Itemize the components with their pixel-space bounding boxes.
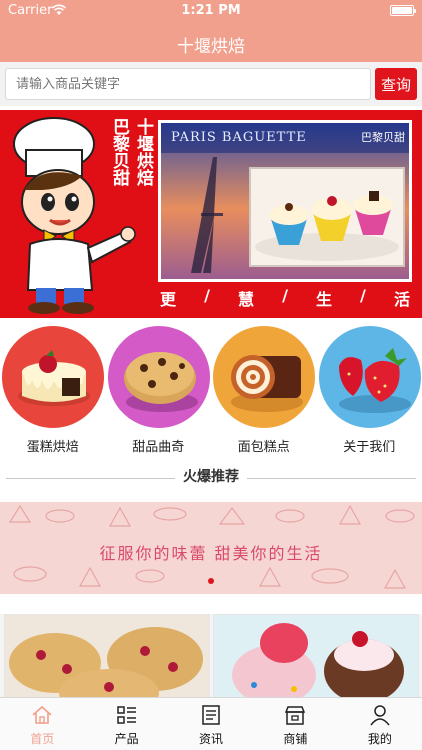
tab-home[interactable]: 首页 [0, 698, 84, 750]
slogan-separator: / [204, 286, 210, 305]
category-label: 甜品曲奇 [132, 440, 185, 455]
app-header: Carrier 1:21 PM 十堰烘焙 [0, 0, 422, 62]
banner-vertical-text-1: 巴黎贝甜 [109, 118, 129, 186]
tab-bar: 首页 产品 资讯 商铺 我的 [0, 697, 422, 750]
category-label: 面包糕点 [237, 440, 290, 455]
cookie-icon [107, 326, 210, 428]
search-input[interactable] [5, 68, 371, 100]
slogan-char: 慧 [237, 290, 254, 309]
banner-slogan: 更 / 慧 / 生 / 活 [160, 286, 410, 310]
status-bar: Carrier 1:21 PM [0, 0, 422, 22]
category-label: 蛋糕烘焙 [26, 440, 79, 455]
tab-label: 首页 [30, 732, 55, 746]
home-icon [32, 705, 52, 724]
user-icon [370, 705, 390, 726]
product-card[interactable] [213, 614, 419, 698]
search-button[interactable]: 查询 [375, 68, 417, 100]
status-time: 1:21 PM [181, 3, 241, 18]
tab-news[interactable]: 资讯 [169, 698, 253, 750]
cake-icon [2, 326, 104, 428]
tab-shop[interactable]: 商铺 [253, 698, 337, 750]
category-bread[interactable]: 面包糕点 [211, 326, 317, 456]
slogan-char: 活 [393, 290, 410, 309]
promo-banner[interactable]: 征服你的味蕾 甜美你的生活 [0, 502, 422, 594]
product-grid [0, 614, 422, 698]
product-card[interactable] [4, 614, 210, 698]
slogan-char: 生 [315, 290, 332, 309]
search-bar: 查询 [0, 62, 422, 106]
battery-icon [390, 5, 416, 16]
category-row: 蛋糕烘焙 甜品曲奇 面包糕点 关于我们 [0, 326, 422, 456]
slogan-separator: / [360, 286, 366, 305]
banner-vertical-text-2: 十堰烘焙 [133, 118, 153, 186]
promo-text: 征服你的味蕾 甜美你的生活 [99, 544, 323, 563]
section-title-text: 火爆推荐 [175, 469, 247, 485]
news-icon [202, 705, 220, 725]
hero-banner[interactable]: 巴黎贝甜 十堰烘焙 PARIS BAGUETTE 巴黎贝甜 更 / 慧 / 生 … [0, 110, 422, 318]
tab-label: 商铺 [283, 732, 308, 746]
category-cake[interactable]: 蛋糕烘焙 [0, 326, 106, 456]
strawberry-icon [318, 326, 421, 428]
muffin-photo [5, 615, 209, 697]
category-label: 关于我们 [343, 440, 396, 455]
section-title: 火爆推荐 [0, 466, 422, 492]
page-title: 十堰烘焙 [177, 37, 245, 57]
photo-heading-cn: 巴黎贝甜 [361, 131, 405, 144]
donut-photo [214, 615, 418, 697]
tab-label: 资讯 [199, 732, 224, 746]
tab-label: 产品 [114, 732, 139, 746]
grid-list-icon [116, 706, 136, 724]
banner-photo: PARIS BAGUETTE 巴黎贝甜 [158, 120, 412, 282]
slogan-char: 更 [160, 290, 177, 309]
tab-products[interactable]: 产品 [84, 698, 168, 750]
tab-profile[interactable]: 我的 [338, 698, 422, 750]
category-cookie[interactable]: 甜品曲奇 [106, 326, 212, 456]
photo-heading-en: PARIS BAGUETTE [171, 130, 307, 145]
swiss-roll-icon [213, 326, 315, 428]
carousel-indicator[interactable] [208, 578, 214, 584]
photo-heading: PARIS BAGUETTE 巴黎贝甜 [161, 123, 409, 153]
category-about[interactable]: 关于我们 [317, 326, 422, 456]
tab-label: 我的 [367, 732, 392, 746]
slogan-separator: / [282, 286, 288, 305]
cupcakes-photo [249, 167, 405, 267]
shop-icon [285, 706, 306, 725]
